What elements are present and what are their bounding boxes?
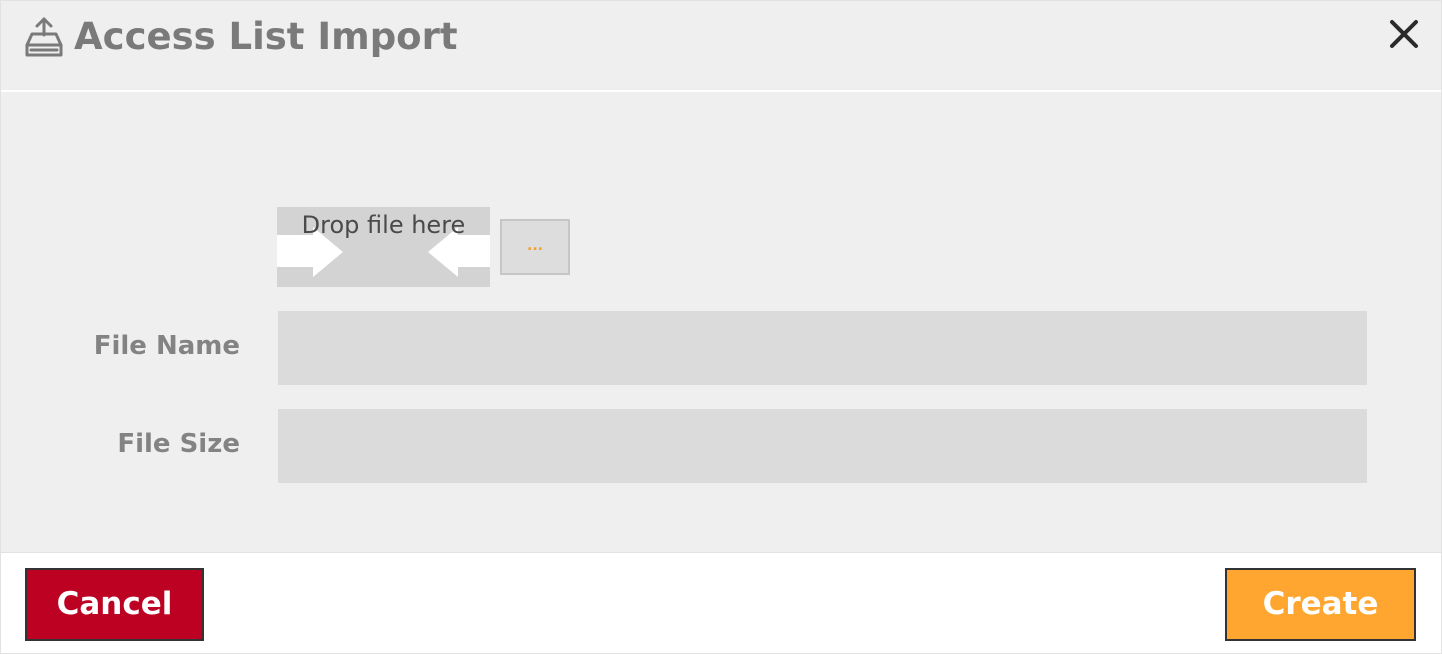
cancel-button[interactable]: Cancel — [25, 568, 204, 641]
file-size-field[interactable] — [278, 409, 1367, 483]
file-name-field[interactable] — [278, 311, 1367, 385]
access-list-import-dialog: Access List Import Drop file here ... Fi… — [0, 0, 1442, 654]
upload-tray-icon — [25, 16, 63, 58]
dialog-title: Access List Import — [74, 15, 458, 58]
file-name-label: File Name — [93, 331, 240, 361]
close-button[interactable] — [1387, 17, 1421, 51]
drop-zone-label: Drop file here — [301, 211, 466, 239]
dialog-body: Drop file here ... File Name File Size — [1, 94, 1441, 550]
dialog-header: Access List Import — [1, 1, 1441, 92]
browse-file-button[interactable]: ... — [500, 219, 570, 275]
file-drop-zone[interactable]: Drop file here — [277, 207, 490, 287]
dialog-footer: Cancel Create — [1, 552, 1441, 653]
file-size-label: File Size — [117, 429, 240, 459]
create-button[interactable]: Create — [1225, 568, 1416, 641]
close-icon — [1390, 20, 1418, 48]
